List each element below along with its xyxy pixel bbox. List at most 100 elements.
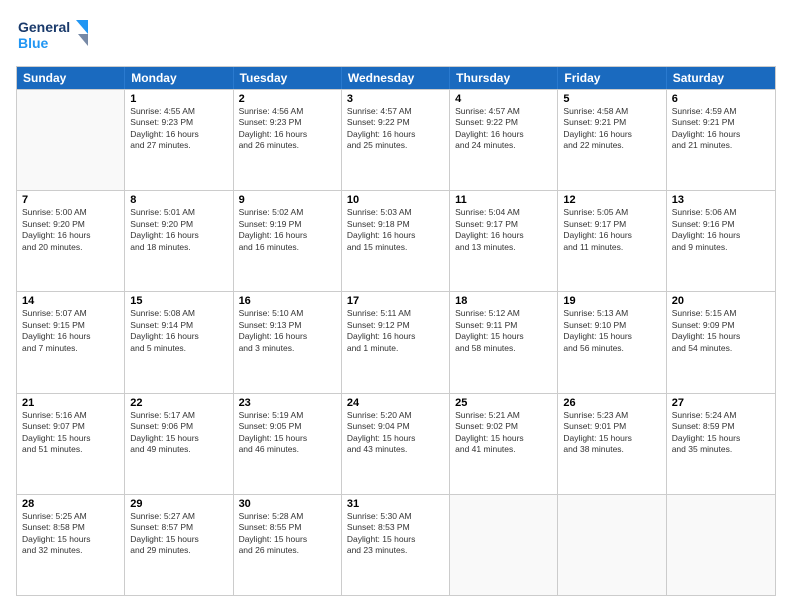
weekday-header-monday: Monday [125,67,233,89]
day-detail: Sunrise: 5:03 AM Sunset: 9:18 PM Dayligh… [347,207,444,253]
day-number: 2 [239,93,336,105]
day-number: 6 [672,93,770,105]
day-number: 23 [239,397,336,409]
day-cell-30: 30Sunrise: 5:28 AM Sunset: 8:55 PM Dayli… [234,495,342,595]
day-number: 14 [22,295,119,307]
day-detail: Sunrise: 4:59 AM Sunset: 9:21 PM Dayligh… [672,106,770,152]
day-cell-29: 29Sunrise: 5:27 AM Sunset: 8:57 PM Dayli… [125,495,233,595]
day-detail: Sunrise: 5:12 AM Sunset: 9:11 PM Dayligh… [455,308,552,354]
calendar-header: SundayMondayTuesdayWednesdayThursdayFrid… [17,67,775,89]
day-detail: Sunrise: 5:16 AM Sunset: 9:07 PM Dayligh… [22,410,119,456]
day-cell-31: 31Sunrise: 5:30 AM Sunset: 8:53 PM Dayli… [342,495,450,595]
day-cell-19: 19Sunrise: 5:13 AM Sunset: 9:10 PM Dayli… [558,292,666,392]
day-number: 15 [130,295,227,307]
day-detail: Sunrise: 5:13 AM Sunset: 9:10 PM Dayligh… [563,308,660,354]
day-cell-6: 6Sunrise: 4:59 AM Sunset: 9:21 PM Daylig… [667,90,775,190]
day-detail: Sunrise: 5:15 AM Sunset: 9:09 PM Dayligh… [672,308,770,354]
day-cell-25: 25Sunrise: 5:21 AM Sunset: 9:02 PM Dayli… [450,394,558,494]
day-cell-8: 8Sunrise: 5:01 AM Sunset: 9:20 PM Daylig… [125,191,233,291]
day-cell-16: 16Sunrise: 5:10 AM Sunset: 9:13 PM Dayli… [234,292,342,392]
day-number: 22 [130,397,227,409]
day-number: 18 [455,295,552,307]
weekday-header-saturday: Saturday [667,67,775,89]
day-number: 9 [239,194,336,206]
day-number: 7 [22,194,119,206]
day-cell-22: 22Sunrise: 5:17 AM Sunset: 9:06 PM Dayli… [125,394,233,494]
day-detail: Sunrise: 5:19 AM Sunset: 9:05 PM Dayligh… [239,410,336,456]
day-number: 10 [347,194,444,206]
day-number: 27 [672,397,770,409]
day-number: 30 [239,498,336,510]
day-number: 20 [672,295,770,307]
day-detail: Sunrise: 5:10 AM Sunset: 9:13 PM Dayligh… [239,308,336,354]
day-cell-27: 27Sunrise: 5:24 AM Sunset: 8:59 PM Dayli… [667,394,775,494]
day-detail: Sunrise: 5:05 AM Sunset: 9:17 PM Dayligh… [563,207,660,253]
day-cell-26: 26Sunrise: 5:23 AM Sunset: 9:01 PM Dayli… [558,394,666,494]
day-detail: Sunrise: 5:08 AM Sunset: 9:14 PM Dayligh… [130,308,227,354]
day-cell-13: 13Sunrise: 5:06 AM Sunset: 9:16 PM Dayli… [667,191,775,291]
day-cell-11: 11Sunrise: 5:04 AM Sunset: 9:17 PM Dayli… [450,191,558,291]
calendar-body: 1Sunrise: 4:55 AM Sunset: 9:23 PM Daylig… [17,89,775,595]
day-detail: Sunrise: 4:58 AM Sunset: 9:21 PM Dayligh… [563,106,660,152]
header: General Blue [16,16,776,58]
day-number: 29 [130,498,227,510]
svg-text:Blue: Blue [18,35,49,51]
day-cell-21: 21Sunrise: 5:16 AM Sunset: 9:07 PM Dayli… [17,394,125,494]
day-cell-5: 5Sunrise: 4:58 AM Sunset: 9:21 PM Daylig… [558,90,666,190]
day-cell-20: 20Sunrise: 5:15 AM Sunset: 9:09 PM Dayli… [667,292,775,392]
calendar-week-2: 7Sunrise: 5:00 AM Sunset: 9:20 PM Daylig… [17,190,775,291]
day-cell-2: 2Sunrise: 4:56 AM Sunset: 9:23 PM Daylig… [234,90,342,190]
day-number: 16 [239,295,336,307]
day-number: 4 [455,93,552,105]
day-cell-23: 23Sunrise: 5:19 AM Sunset: 9:05 PM Dayli… [234,394,342,494]
empty-cell [17,90,125,190]
day-number: 31 [347,498,444,510]
day-detail: Sunrise: 4:57 AM Sunset: 9:22 PM Dayligh… [347,106,444,152]
day-cell-1: 1Sunrise: 4:55 AM Sunset: 9:23 PM Daylig… [125,90,233,190]
day-detail: Sunrise: 5:02 AM Sunset: 9:19 PM Dayligh… [239,207,336,253]
day-number: 3 [347,93,444,105]
day-number: 21 [22,397,119,409]
day-number: 28 [22,498,119,510]
calendar: SundayMondayTuesdayWednesdayThursdayFrid… [16,66,776,596]
day-number: 11 [455,194,552,206]
calendar-week-5: 28Sunrise: 5:25 AM Sunset: 8:58 PM Dayli… [17,494,775,595]
calendar-week-3: 14Sunrise: 5:07 AM Sunset: 9:15 PM Dayli… [17,291,775,392]
day-detail: Sunrise: 5:00 AM Sunset: 9:20 PM Dayligh… [22,207,119,253]
day-cell-10: 10Sunrise: 5:03 AM Sunset: 9:18 PM Dayli… [342,191,450,291]
day-detail: Sunrise: 5:28 AM Sunset: 8:55 PM Dayligh… [239,511,336,557]
day-cell-24: 24Sunrise: 5:20 AM Sunset: 9:04 PM Dayli… [342,394,450,494]
day-cell-3: 3Sunrise: 4:57 AM Sunset: 9:22 PM Daylig… [342,90,450,190]
day-detail: Sunrise: 5:24 AM Sunset: 8:59 PM Dayligh… [672,410,770,456]
day-cell-12: 12Sunrise: 5:05 AM Sunset: 9:17 PM Dayli… [558,191,666,291]
day-detail: Sunrise: 4:55 AM Sunset: 9:23 PM Dayligh… [130,106,227,152]
empty-cell [450,495,558,595]
day-cell-28: 28Sunrise: 5:25 AM Sunset: 8:58 PM Dayli… [17,495,125,595]
day-number: 8 [130,194,227,206]
day-number: 25 [455,397,552,409]
logo-svg: General Blue [16,16,96,58]
day-number: 26 [563,397,660,409]
day-number: 13 [672,194,770,206]
empty-cell [667,495,775,595]
day-detail: Sunrise: 5:07 AM Sunset: 9:15 PM Dayligh… [22,308,119,354]
day-detail: Sunrise: 5:23 AM Sunset: 9:01 PM Dayligh… [563,410,660,456]
day-detail: Sunrise: 5:04 AM Sunset: 9:17 PM Dayligh… [455,207,552,253]
day-cell-15: 15Sunrise: 5:08 AM Sunset: 9:14 PM Dayli… [125,292,233,392]
day-cell-9: 9Sunrise: 5:02 AM Sunset: 9:19 PM Daylig… [234,191,342,291]
day-detail: Sunrise: 5:30 AM Sunset: 8:53 PM Dayligh… [347,511,444,557]
calendar-week-1: 1Sunrise: 4:55 AM Sunset: 9:23 PM Daylig… [17,89,775,190]
weekday-header-friday: Friday [558,67,666,89]
logo: General Blue [16,16,96,58]
day-detail: Sunrise: 5:27 AM Sunset: 8:57 PM Dayligh… [130,511,227,557]
day-detail: Sunrise: 5:17 AM Sunset: 9:06 PM Dayligh… [130,410,227,456]
day-detail: Sunrise: 5:06 AM Sunset: 9:16 PM Dayligh… [672,207,770,253]
day-detail: Sunrise: 5:11 AM Sunset: 9:12 PM Dayligh… [347,308,444,354]
day-number: 1 [130,93,227,105]
weekday-header-thursday: Thursday [450,67,558,89]
day-cell-4: 4Sunrise: 4:57 AM Sunset: 9:22 PM Daylig… [450,90,558,190]
calendar-week-4: 21Sunrise: 5:16 AM Sunset: 9:07 PM Dayli… [17,393,775,494]
weekday-header-tuesday: Tuesday [234,67,342,89]
day-number: 24 [347,397,444,409]
day-number: 5 [563,93,660,105]
